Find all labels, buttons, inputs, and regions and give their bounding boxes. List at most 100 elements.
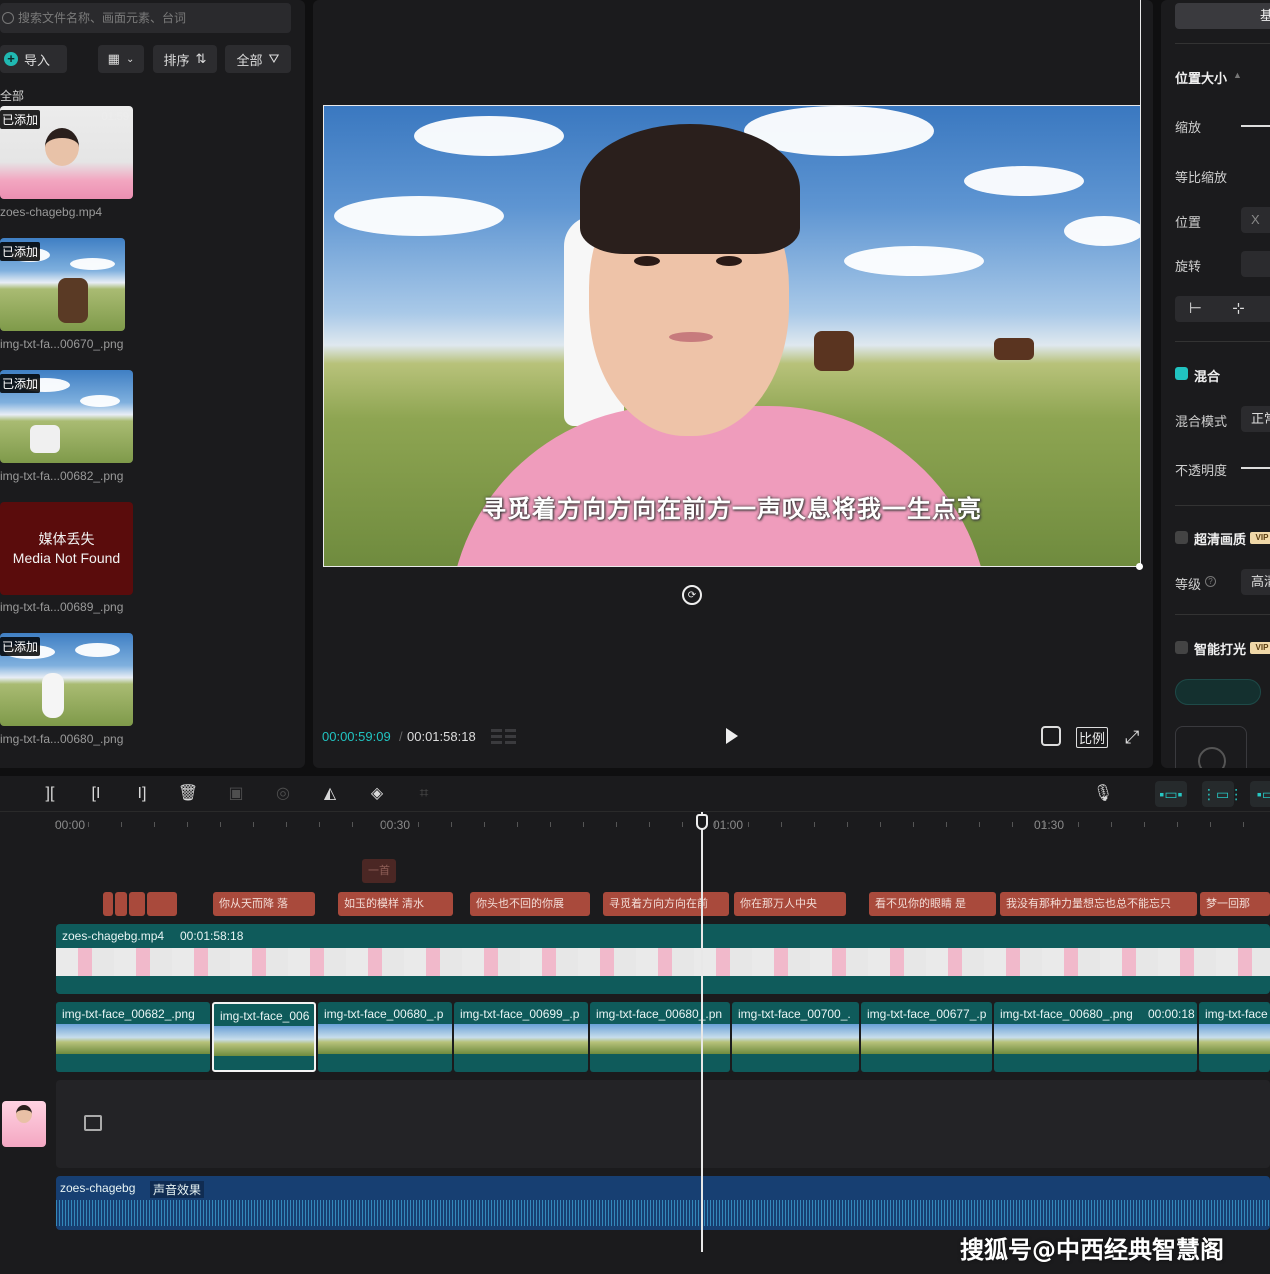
clip-duration: 00:00:18 [1148,1007,1195,1021]
play-icon[interactable] [726,728,738,744]
ratio-button[interactable]: 比例 [1076,727,1109,748]
ruler-tick [814,822,815,827]
caption-ghost[interactable]: 一首 [362,859,396,883]
playhead[interactable] [701,812,703,1252]
caption-clip[interactable]: 寻觅着方向方向在前 [603,892,729,916]
mirror-icon[interactable]: ◭ [318,782,342,806]
audio-name: zoes-chagebg [60,1181,136,1195]
media-item-name: img-txt-fa...00670_.png [0,337,124,351]
caption-clip[interactable] [129,892,145,916]
blend-checkbox[interactable] [1175,367,1188,380]
collapse-icon[interactable]: ▲ [1233,70,1242,80]
ruler-tick [682,822,683,827]
snap-icon[interactable]: ⋮▭⋮ [1202,781,1243,807]
subtitle-text[interactable]: 寻觅着方向方向在前方一声叹息将我一生点亮 [324,489,1140,524]
caption-clip[interactable]: 你头也不回的你展 [470,892,590,916]
timeline[interactable]: 00:00 00:30 01:00 01:30 一首 你从天而降 落 如玉的模样… [0,812,1270,1274]
media-item-thumb[interactable]: 已添加 [0,370,133,463]
media-item-name: zoes-chagebg.mp4 [0,205,103,219]
media-item-thumb[interactable]: 已添加 [0,238,125,331]
media-item-thumb[interactable]: 已添加 [0,633,133,726]
scale-slider[interactable] [1241,125,1270,127]
section-position-size[interactable]: 位置大小 [1175,68,1227,87]
position-x-field[interactable]: X [1241,207,1270,233]
rotate-field[interactable] [1241,251,1270,277]
rotate-icon[interactable]: ◈ [365,782,389,806]
ruler-tick [880,822,881,827]
help-icon[interactable]: ? [1205,576,1216,587]
audio-effect-tag[interactable]: 声音效果 [150,1181,205,1198]
caption-clip[interactable]: 梦一回那 [1200,892,1270,916]
image-clip[interactable]: img-txt-face_00699_.p [454,1002,588,1072]
image-clip[interactable]: img-txt-face_00682_.png [56,1002,210,1072]
blend-mode-label: 混合模式 [1175,414,1228,429]
image-clip[interactable]: img-txt-face_00677_.p [861,1002,992,1072]
super-quality-checkbox[interactable] [1175,531,1188,544]
search-box[interactable] [0,3,291,33]
reverse-icon[interactable]: ◎ [271,782,295,806]
caption-clip[interactable]: 如玉的模样 清水 [338,892,453,916]
image-clip[interactable]: img-txt-face_00680_.p [318,1002,452,1072]
import-button[interactable]: + 导入 [0,45,67,73]
media-item-name: img-txt-fa...00689_.png [0,600,124,614]
filter-button[interactable]: 全部 ⛛ [225,45,291,73]
opacity-slider[interactable] [1241,467,1270,469]
vip-badge: VIP [1250,642,1270,654]
linkage-icon[interactable]: ▪▭ [1250,781,1270,807]
main-video-clip[interactable]: zoes-chagebg.mp4 00:01:58:18 [56,924,1270,994]
align-buttons[interactable]: ⊢⊹ [1175,296,1270,322]
image-clip[interactable]: img-txt-face [1199,1002,1270,1072]
video-preview[interactable]: 寻觅着方向方向在前方一声叹息将我一生点亮 [323,105,1141,567]
duration-tag: 01:59 [101,111,129,123]
view-mode-button[interactable]: ▦ ⌄ [98,45,144,73]
caption-clip[interactable] [147,892,177,916]
main-track-link-icon[interactable]: ▪▭▪ [1155,781,1187,807]
sort-button[interactable]: 排序 ⇅ [153,45,217,73]
rotate-reset-icon[interactable]: ⟳ [682,585,702,605]
caption-clip[interactable] [115,892,127,916]
freeze-icon[interactable]: ▣ [224,782,248,806]
search-input[interactable] [18,9,278,27]
blend-section[interactable]: 混合 [1194,366,1220,385]
image-clip[interactable]: img-txt-face_00680_.png 00:00:18 [994,1002,1197,1072]
blend-mode-select[interactable]: 正常 [1241,406,1270,432]
media-panel: + 导入 ▦⌄ 排序⇅ 全部⛛ 全部 已添加 01:59 zoes-chageb… [0,0,305,768]
image-clip-selected[interactable]: img-txt-face_006 [212,1002,316,1072]
split-left-icon[interactable]: [I [84,782,108,806]
ruler-label: 00:00 [55,818,86,832]
microphone-icon[interactable]: 🎙 [1091,782,1115,806]
preset-none-card[interactable] [1175,726,1247,768]
caption-clip[interactable]: 你在那万人中央 [734,892,846,916]
delete-icon[interactable]: 🗑 [176,782,200,806]
caption-clip[interactable]: 看不见你的眼睛 是 [869,892,996,916]
media-item-thumb[interactable]: 已添加 01:59 [0,106,133,199]
filter-label: 全部 [236,52,263,68]
cover-thumbnail[interactable] [2,1101,46,1147]
caption-clip[interactable] [103,892,113,916]
image-clip[interactable]: img-txt-face_00700_. [732,1002,859,1072]
clip-name: zoes-chagebg.mp4 [62,929,165,943]
split-icon[interactable]: ][ [38,782,62,806]
audio-clip[interactable]: zoes-chagebg 声音效果 [56,1176,1270,1230]
level-select[interactable]: 高清 [1241,569,1270,595]
folder-all-label[interactable]: 全部 [0,87,24,104]
fit-view-icon[interactable] [1041,726,1061,746]
smart-light-button[interactable] [1175,679,1261,705]
missing-en: Media Not Found [12,549,121,566]
image-clip[interactable]: img-txt-face_00680_.pn [590,1002,730,1072]
tab-basic[interactable]: 基 [1175,3,1270,29]
caption-clip[interactable]: 你从天而降 落 [213,892,315,916]
crop-icon[interactable]: ⌗ [412,782,436,806]
fullscreen-icon[interactable]: ⤢ [1125,728,1143,746]
ruler-tick [583,822,584,827]
split-right-icon[interactable]: I] [130,782,154,806]
added-tag: 已添加 [0,637,41,656]
media-item-missing[interactable]: 媒体丢失 Media Not Found [0,502,133,595]
playhead-handle[interactable] [696,814,708,830]
list-icon[interactable] [491,728,517,746]
film-icon[interactable] [84,1115,102,1131]
clip-name: img-txt-face_00677_.p [867,1007,987,1021]
smart-light-checkbox[interactable] [1175,641,1188,654]
empty-track[interactable] [56,1080,1270,1168]
caption-clip[interactable]: 我没有那种力量想忘也总不能忘只 [1000,892,1197,916]
